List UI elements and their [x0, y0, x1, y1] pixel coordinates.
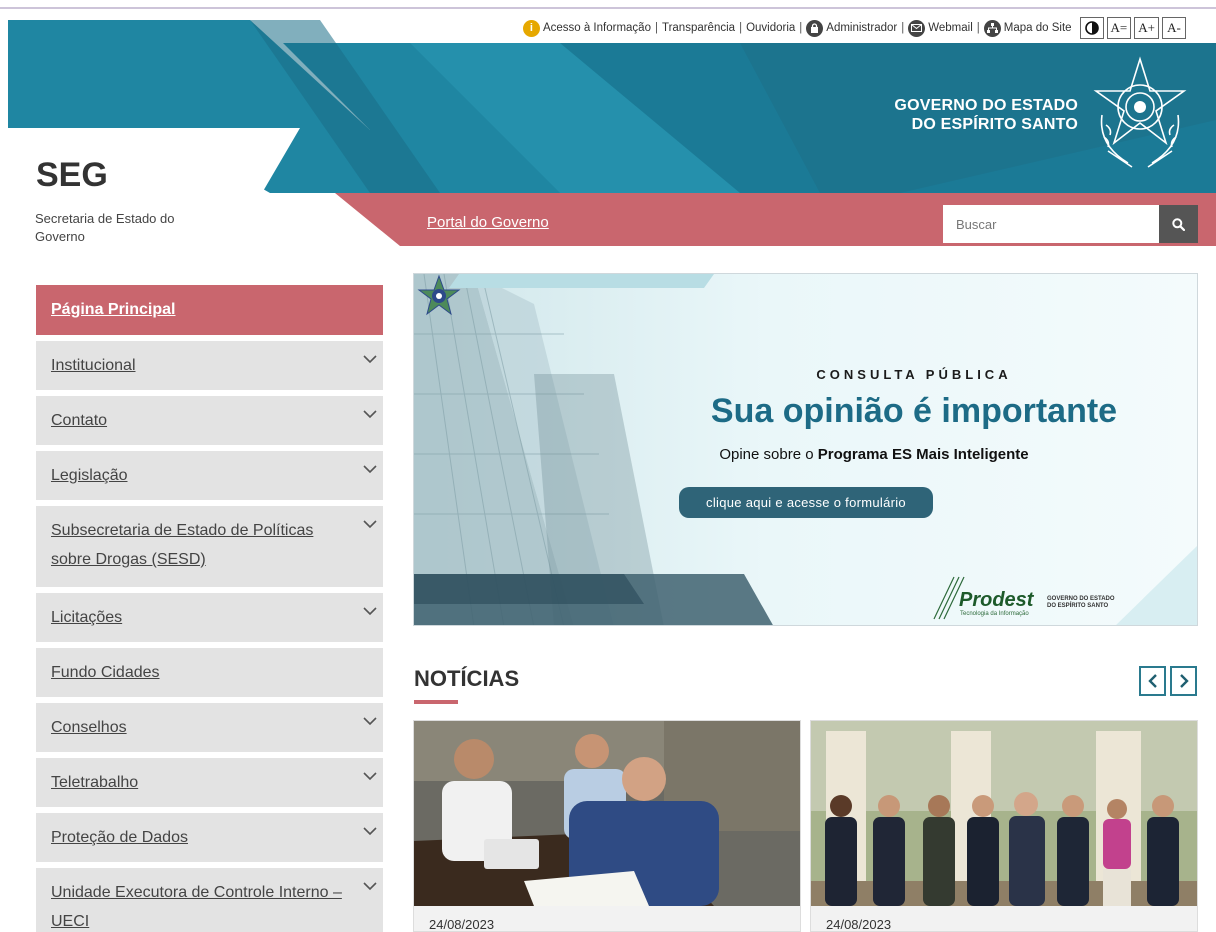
mail-icon: [908, 19, 926, 37]
chevron-down-icon: [363, 772, 377, 781]
sidebar-menu: Página Principal Institucional Contato L…: [36, 285, 383, 932]
chevron-down-icon: [363, 607, 377, 616]
search-input[interactable]: [943, 205, 1159, 243]
separator: |: [739, 22, 743, 34]
chevron-down-icon: [363, 465, 377, 474]
sidebar-item-conselhos[interactable]: Conselhos: [36, 703, 383, 752]
prodest-tagline: Tecnologia da Informação: [960, 611, 1029, 617]
news-date: 24/08/2023: [826, 917, 892, 932]
sidebar-item-sesd[interactable]: Subsecretaria de Estado de Políticas sob…: [36, 506, 383, 587]
contrast-icon: [1084, 21, 1099, 35]
acesso-informacao-link[interactable]: Acesso à Informação: [543, 22, 651, 34]
banner-subtitle-program: Programa ES Mais Inteligente: [817, 446, 1029, 463]
chevron-down-icon: [363, 410, 377, 419]
sidebar-item-label: Contato: [51, 412, 108, 429]
font-decrease-button[interactable]: A-: [1162, 17, 1186, 39]
news-card[interactable]: 24/08/2023: [413, 720, 801, 932]
chevron-down-icon: [363, 355, 377, 364]
separator: |: [654, 22, 658, 34]
sidebar-item-pagina-principal[interactable]: Página Principal: [36, 285, 383, 335]
sidebar-item-teletrabalho[interactable]: Teletrabalho: [36, 758, 383, 807]
mapa-do-site-link[interactable]: Mapa do Site: [1004, 22, 1072, 34]
sidebar-item-fundo-cidades[interactable]: Fundo Cidades: [36, 648, 383, 697]
sidebar-item-label: Legislação: [51, 467, 128, 484]
search-button[interactable]: [1159, 205, 1198, 243]
chevron-left-icon: [1147, 674, 1157, 688]
state-coat-of-arms-icon[interactable]: [1088, 55, 1192, 175]
separator: |: [901, 22, 905, 34]
news-heading-underline: [414, 700, 458, 704]
news-prev-button[interactable]: [1139, 666, 1166, 696]
site-subtitle: Secretaria de Estado do Governo: [35, 211, 175, 244]
sidebar-item-label: Institucional: [51, 357, 136, 374]
news-next-button[interactable]: [1170, 666, 1197, 696]
sidebar-item-label: Unidade Executora de Controle Interno – …: [51, 884, 342, 930]
gov-title-line2: DO ESPÍRITO SANTO: [911, 116, 1078, 133]
administrador-link[interactable]: Administrador: [826, 22, 897, 34]
sidebar-item-label: Licitações: [51, 609, 123, 626]
portal-do-governo-link[interactable]: Portal do Governo: [427, 214, 549, 231]
banner-gov-line1: GOVERNO DO ESTADO: [1047, 596, 1115, 602]
sitemap-icon: [983, 19, 1001, 37]
banner-kicker: CONSULTA PÚBLICA: [816, 367, 1012, 382]
banner-gov-line2: DO ESPÍRITO SANTO: [1047, 603, 1109, 609]
separator: |: [976, 22, 980, 34]
prodest-logo: Prodest: [959, 589, 1034, 611]
banner-title: Sua opinião é importante: [710, 392, 1118, 430]
news-photo-group: [811, 721, 1197, 906]
news-card[interactable]: 24/08/2023: [810, 720, 1198, 932]
banner-form-button[interactable]: clique aqui e acesse o formulário: [679, 487, 933, 518]
sidebar-item-institucional[interactable]: Institucional: [36, 341, 383, 390]
sidebar-item-ueci[interactable]: Unidade Executora de Controle Interno – …: [36, 868, 383, 932]
site-header: i Acesso à Informação | Transparência | …: [0, 0, 1216, 250]
separator: |: [799, 22, 803, 34]
sidebar-item-protecao-de-dados[interactable]: Proteção de Dados: [36, 813, 383, 862]
ouvidoria-link[interactable]: Ouvidoria: [746, 22, 795, 34]
sidebar-item-label: Subsecretaria de Estado de Políticas sob…: [51, 522, 314, 568]
banner-subtitle: Opine sobre o Programa ES Mais Inteligen…: [594, 446, 1154, 463]
webmail-link[interactable]: Webmail: [928, 22, 973, 34]
news-photo-signing: [414, 721, 800, 906]
sidebar-item-label: Fundo Cidades: [51, 664, 160, 681]
news-heading: NOTÍCIAS: [414, 666, 520, 691]
banner-gov-label: GOVERNO DO ESTADO DO ESPÍRITO SANTO: [1047, 596, 1115, 610]
banner-subtitle-prefix: Opine sobre o: [719, 446, 818, 463]
sidebar-item-label: Conselhos: [51, 719, 127, 736]
site-title[interactable]: SEG: [36, 156, 108, 195]
sidebar-item-label: Teletrabalho: [51, 774, 139, 791]
search-icon: [1172, 217, 1185, 231]
gov-title-line1: GOVERNO DO ESTADO: [894, 97, 1078, 114]
font-reset-button[interactable]: A=: [1106, 17, 1132, 39]
banner-coat-of-arms-icon: [417, 274, 461, 316]
sidebar-item-label: Página Principal: [51, 301, 176, 318]
lock-icon: [806, 19, 824, 37]
contrast-button[interactable]: [1079, 17, 1104, 39]
chevron-right-icon: [1179, 674, 1189, 688]
transparencia-link[interactable]: Transparência: [662, 22, 735, 34]
news-date: 24/08/2023: [429, 917, 495, 932]
sidebar-item-licitacoes[interactable]: Licitações: [36, 593, 383, 642]
sidebar-item-legislacao[interactable]: Legislação: [36, 451, 383, 500]
page: i Acesso à Informação | Transparência | …: [0, 0, 1216, 932]
chevron-down-icon: [363, 717, 377, 726]
chevron-down-icon: [363, 882, 377, 891]
font-increase-button[interactable]: A+: [1134, 17, 1159, 39]
sidebar-item-contato[interactable]: Contato: [36, 396, 383, 445]
chevron-down-icon: [363, 827, 377, 836]
info-icon: i: [522, 19, 540, 37]
consulta-publica-banner[interactable]: CONSULTA PÚBLICA Sua opinião é important…: [413, 273, 1198, 626]
utility-bar: i Acesso à Informação | Transparência | …: [522, 15, 1186, 41]
government-title[interactable]: GOVERNO DO ESTADO DO ESPÍRITO SANTO: [894, 96, 1078, 134]
sidebar-item-label: Proteção de Dados: [51, 829, 188, 846]
chevron-down-icon: [363, 520, 377, 529]
